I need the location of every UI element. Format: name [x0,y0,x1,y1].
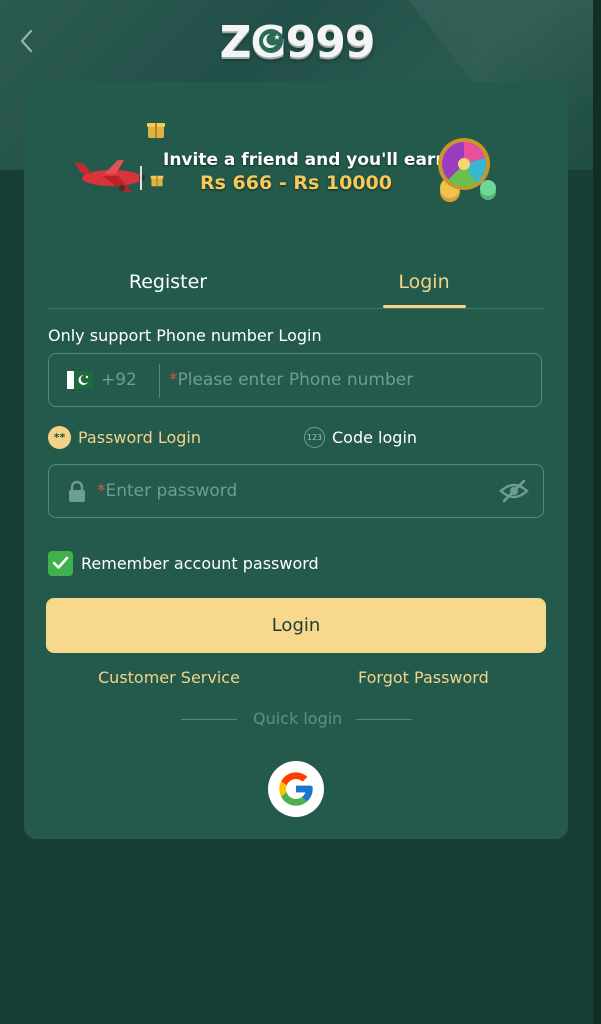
password-mode-icon: ** [48,425,71,449]
crescent-star-icon [259,29,283,53]
forgot-password-link[interactable]: Forgot Password [358,668,489,687]
airplane-icon [74,160,145,192]
support-note: Only support Phone number Login [48,326,322,345]
phone-input[interactable]: +92 *Please enter Phone number [48,353,542,407]
remember-checkbox[interactable] [48,550,73,576]
code-login-option[interactable]: 123 Code login [304,424,417,450]
code-mode-icon: 123 [304,426,325,448]
divider-line-left [181,719,237,720]
pakistan-flag-icon [67,371,93,389]
quick-login-label: Quick login [253,709,343,728]
country-code[interactable]: +92 [101,370,137,390]
tab-divider [48,308,544,309]
logo-text: ZG999 [219,16,376,68]
tab-register[interactable]: Register [88,262,248,302]
active-tab-indicator [383,305,466,308]
password-login-label: Password Login [78,427,201,447]
divider-line-right [356,719,412,720]
phone-placeholder: *Please enter Phone number [169,370,413,390]
customer-service-link[interactable]: Customer Service [98,668,240,687]
banner-reward-range: Rs 666 - Rs 10000 [200,172,392,194]
required-marker: * [169,370,178,390]
password-login-option[interactable]: ** Password Login [48,424,201,450]
banner-headline: Invite a friend and you'll earn [163,150,448,170]
code-login-label: Code login [332,427,418,447]
gift-icon [147,123,165,138]
scrollbar-track [593,0,601,1024]
invite-banner[interactable]: Invite a friend and you'll earn Rs 666 -… [50,110,510,214]
password-input[interactable]: *Enter password [48,464,544,518]
back-button[interactable] [12,26,40,56]
lock-icon [69,480,85,502]
eye-off-icon[interactable] [499,479,529,503]
gift-icon [150,175,164,187]
password-placeholder-text: Enter password [105,481,238,501]
phone-placeholder-text: Please enter Phone number [177,370,414,390]
tab-login[interactable]: Login [344,262,504,302]
prize-wheel-icon [438,138,496,202]
login-button[interactable]: Login [46,598,546,653]
password-placeholder: *Enter password [97,481,237,501]
app-logo: ZG999 [219,14,376,70]
google-login-button[interactable] [268,761,324,817]
chevron-left-icon [20,29,33,53]
remember-label: Remember account password [81,553,319,573]
field-divider [159,364,160,398]
required-marker: * [97,481,106,501]
checkmark-icon [52,556,69,569]
google-icon [279,772,313,806]
remember-password-toggle[interactable]: Remember account password [48,550,319,576]
